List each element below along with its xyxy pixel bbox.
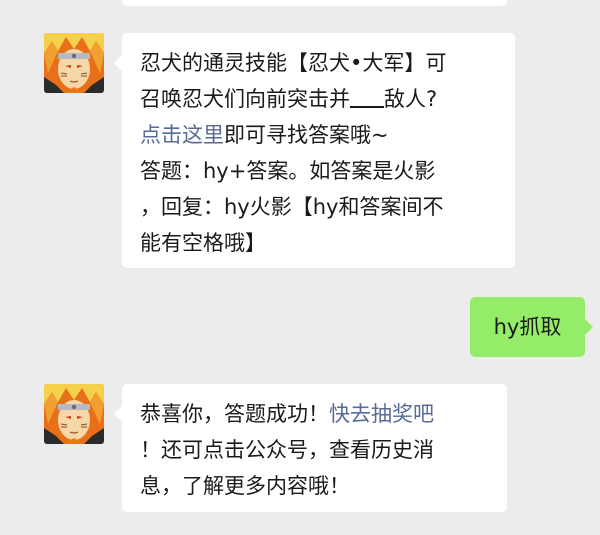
answer-blank — [350, 82, 384, 108]
message-line: 能有空格哦】 — [140, 231, 266, 255]
message-line: 召唤忍犬们向前突击并 敌人? — [140, 81, 515, 117]
message-text: 即可寻找答案哦~ — [224, 123, 389, 147]
message-line: 息，了解更多内容哦！ — [140, 474, 350, 498]
message-line: 恭喜你，答题成功！快去抽奖吧 — [140, 396, 507, 432]
click-here-link[interactable]: 点击这里 — [140, 123, 224, 147]
message-bubble-success[interactable]: 恭喜你，答题成功！快去抽奖吧 ！还可点击公众号，查看历史消 息，了解更多内容哦！ — [114, 384, 507, 512]
naruto-avatar-icon — [44, 384, 104, 444]
lottery-link[interactable]: 快去抽奖吧 — [329, 402, 434, 426]
message-line: 忍犬的通灵技能【忍犬•大军】可 — [140, 51, 447, 75]
message-text: 召唤忍犬们向前突击并 — [140, 87, 350, 111]
sender-avatar[interactable] — [44, 384, 104, 444]
message-line: ，回复：hy火影【hy和答案间不 — [140, 195, 444, 219]
message-line: 点击这里即可寻找答案哦~ — [140, 117, 515, 153]
message-text: 恭喜你，答题成功！ — [140, 402, 329, 426]
my-message-bubble[interactable]: hy抓取 — [470, 297, 593, 357]
naruto-avatar-icon — [44, 33, 104, 93]
my-message-text: hy抓取 — [493, 315, 562, 339]
message-text: 敌人? — [384, 87, 438, 111]
message-bubble-question[interactable]: 忍犬的通灵技能【忍犬•大军】可 召唤忍犬们向前突击并 敌人? 点击这里即可寻找答案… — [114, 33, 515, 268]
sender-avatar[interactable] — [44, 33, 104, 93]
previous-message-bubble-edge — [122, 0, 507, 6]
message-line: 答题：hy+答案。如答案是火影 — [140, 159, 436, 183]
message-line: ！还可点击公众号，查看历史消 — [140, 438, 434, 462]
